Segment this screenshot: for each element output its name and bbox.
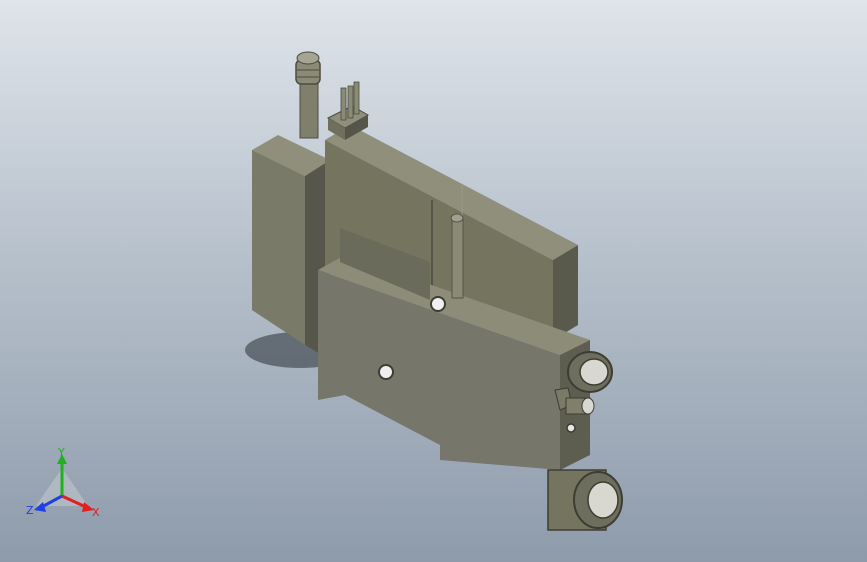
guide-pin[interactable] — [450, 213, 464, 299]
triad-svg: Y X Z — [26, 446, 100, 519]
port-fitting-upper[interactable] — [567, 351, 613, 393]
top-fitting-tube[interactable] — [295, 51, 321, 139]
solenoid-valve-model[interactable] — [0, 0, 867, 562]
x-axis-label: X — [92, 506, 100, 519]
electrical-connector[interactable] — [326, 81, 370, 140]
mounting-hole-lower — [378, 364, 394, 380]
y-axis-label: Y — [57, 448, 65, 459]
z-axis-label: Z — [26, 504, 34, 517]
small-hole — [566, 423, 576, 433]
view-orientation-triad[interactable]: Y X Z — [26, 446, 106, 524]
mounting-hole-upper — [430, 296, 446, 312]
graphics-viewport[interactable]: Y X Z — [0, 0, 867, 562]
port-fitting-lower[interactable] — [547, 469, 623, 531]
